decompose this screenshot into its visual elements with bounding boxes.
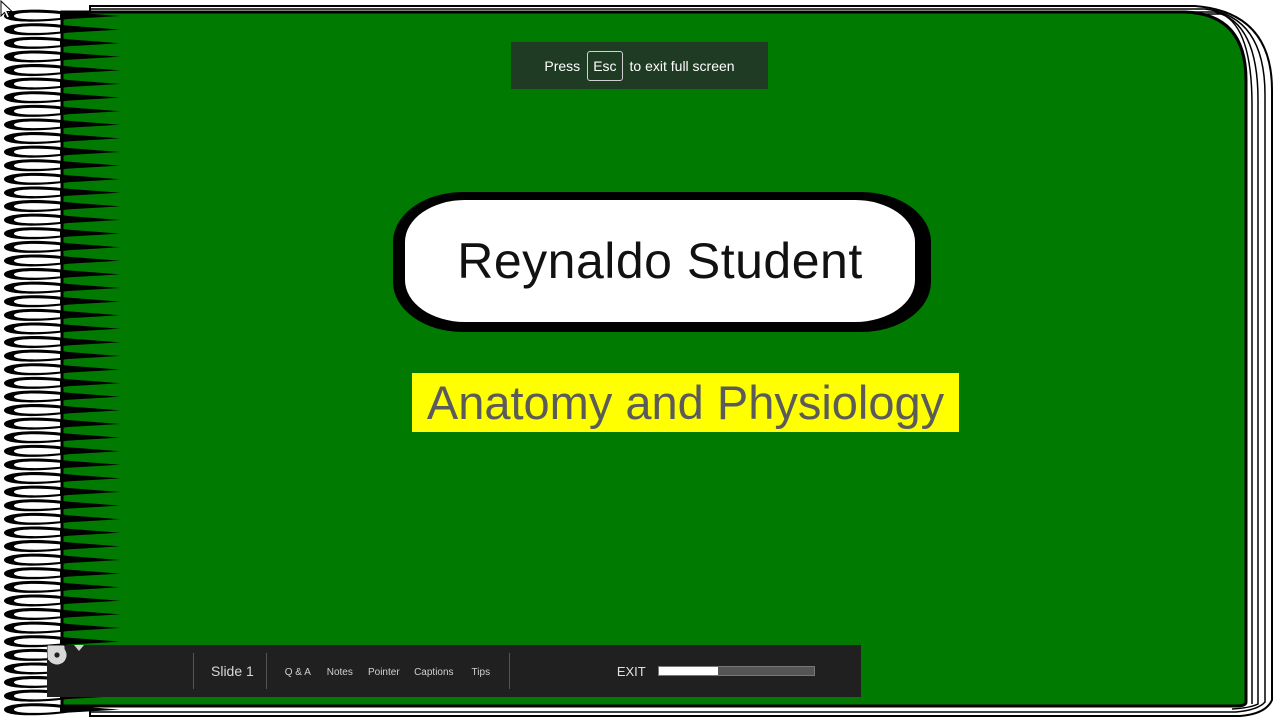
esc-key-badge: Esc (587, 50, 623, 81)
next-slide-button[interactable] (48, 645, 185, 697)
slide-title: Reynaldo Student (457, 233, 863, 289)
fullscreen-hint: Press Esc to exit full screen (511, 42, 768, 89)
title-card-inner: Reynaldo Student (405, 200, 915, 322)
pointer-label: Pointer (367, 667, 400, 678)
fullscreen-hint-rest: to exit full screen (629, 57, 735, 74)
previous-slide-button[interactable] (48, 645, 107, 697)
presenter-toolbar: Slide 1 Q & A Notes Pointer Captions Tip… (47, 645, 861, 697)
exit-button[interactable]: EXIT (599, 664, 658, 679)
gear-icon (47, 645, 67, 665)
play-button[interactable] (48, 645, 147, 697)
settings-button[interactable] (47, 645, 599, 697)
qa-button[interactable]: Q & A (48, 645, 320, 697)
captions-label: Captions (414, 667, 454, 678)
notebook-background (4, 5, 1273, 717)
tips-button[interactable]: Tips (47, 645, 502, 697)
slide-subtitle: Anatomy and Physiology (412, 373, 959, 432)
fullscreen-hint-press: Press (544, 57, 581, 74)
toolbar-divider (508, 653, 510, 689)
slide-progress-fill (658, 667, 718, 675)
qa-label: Q & A (284, 667, 311, 678)
slide-selector-dropdown[interactable]: Slide 1 (74, 645, 264, 697)
tips-label: Tips (471, 667, 491, 678)
title-card: Reynaldo Student (393, 192, 931, 332)
notes-label: Notes (326, 667, 353, 678)
mouse-cursor-icon (0, 0, 14, 19)
slide-stage: Press Esc to exit full screen Reynaldo S… (0, 0, 1280, 720)
toolbar-divider (265, 653, 267, 689)
slide-selector-label: Slide 1 (211, 663, 254, 679)
pointer-button[interactable]: Pointer (50, 645, 408, 697)
notes-button[interactable]: Notes (48, 645, 360, 697)
slide-progress-bar[interactable] (657, 666, 815, 676)
captions-button[interactable]: CC Captions (47, 645, 460, 697)
chevron-down-icon (74, 645, 84, 651)
exit-fullscreen-button[interactable] (48, 645, 559, 697)
